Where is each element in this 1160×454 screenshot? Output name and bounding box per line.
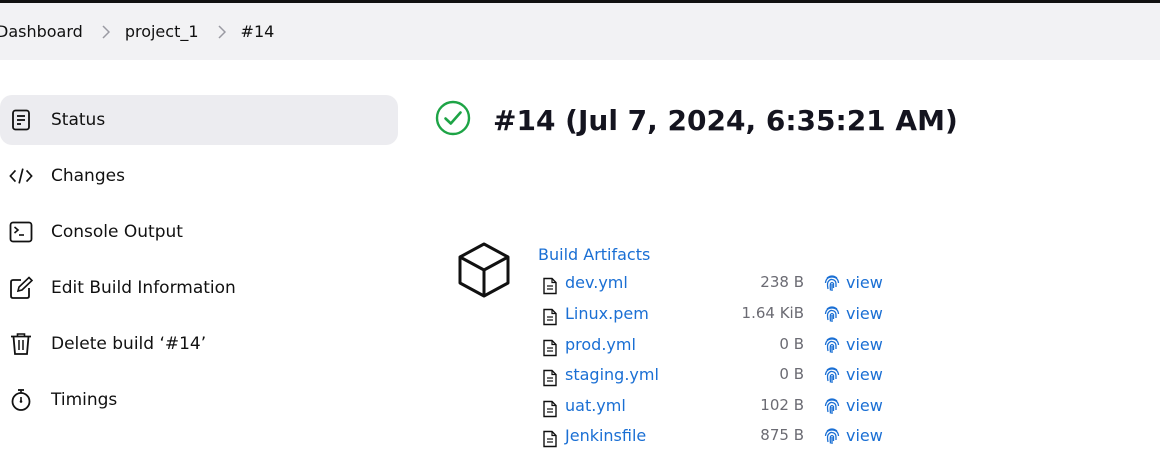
- breadcrumb-build[interactable]: #14: [241, 22, 275, 41]
- artifact-file-link[interactable]: prod.yml: [565, 335, 636, 354]
- file-icon: [542, 277, 558, 299]
- trash-icon: [9, 332, 33, 356]
- sidebar-item-label: Console Output: [51, 222, 183, 242]
- view-label: view: [846, 396, 883, 415]
- view-label: view: [846, 335, 883, 354]
- artifact-row: Linux.pem 1.64 KiB view: [542, 302, 902, 332]
- file-icon: [542, 400, 558, 422]
- artifact-file-link[interactable]: uat.yml: [565, 396, 626, 415]
- stopwatch-icon: [9, 388, 33, 412]
- sidebar-item-edit-build-information[interactable]: Edit Build Information: [0, 263, 398, 313]
- artifact-file-link[interactable]: dev.yml: [565, 273, 628, 292]
- file-icon: [542, 339, 558, 361]
- fingerprint-icon: [824, 305, 840, 323]
- success-check-icon: [435, 100, 471, 140]
- sidebar-item-label: Edit Build Information: [51, 278, 236, 298]
- artifact-view-link[interactable]: view: [824, 365, 883, 384]
- file-icon: [542, 430, 558, 452]
- status-doc-icon: [9, 108, 33, 132]
- breadcrumb-dashboard[interactable]: Dashboard: [0, 22, 83, 41]
- sidebar-item-label: Timings: [51, 390, 118, 410]
- artifact-file-size: 238 B: [760, 273, 804, 291]
- sidebar-item-delete-build[interactable]: Delete build ‘#14’: [0, 319, 398, 369]
- chevron-right-icon: [217, 24, 226, 39]
- artifact-file-size: 0 B: [779, 365, 804, 383]
- artifact-file-size: 102 B: [760, 396, 804, 414]
- artifact-view-link[interactable]: view: [824, 335, 883, 354]
- view-label: view: [846, 365, 883, 384]
- sidebar: Status Changes Console Output Edit Build…: [0, 95, 398, 431]
- fingerprint-icon: [824, 336, 840, 354]
- artifact-view-link[interactable]: view: [824, 426, 883, 445]
- artifact-row: dev.yml 238 B view: [542, 271, 902, 301]
- sidebar-item-changes[interactable]: Changes: [0, 151, 398, 201]
- file-icon: [542, 308, 558, 330]
- artifact-file-link[interactable]: Jenkinsfile: [565, 426, 646, 445]
- sidebar-item-label: Changes: [51, 166, 125, 186]
- artifact-view-link[interactable]: view: [824, 273, 883, 292]
- view-label: view: [846, 273, 883, 292]
- edit-icon: [9, 276, 33, 300]
- chevron-right-icon: [101, 24, 110, 39]
- artifact-view-link[interactable]: view: [824, 304, 883, 323]
- artifact-file-link[interactable]: Linux.pem: [565, 304, 649, 323]
- build-artifacts-link[interactable]: Build Artifacts: [538, 245, 650, 264]
- view-label: view: [846, 304, 883, 323]
- artifact-file-size: 875 B: [760, 426, 804, 444]
- package-cube-icon: [456, 240, 512, 304]
- fingerprint-icon: [824, 366, 840, 384]
- sidebar-item-timings[interactable]: Timings: [0, 375, 398, 425]
- artifact-file-size: 1.64 KiB: [741, 304, 804, 322]
- fingerprint-icon: [824, 397, 840, 415]
- sidebar-item-label: Delete build ‘#14’: [51, 334, 207, 354]
- terminal-icon: [9, 220, 33, 244]
- fingerprint-icon: [824, 274, 840, 292]
- build-title-text: #14 (Jul 7, 2024, 6:35:21 AM): [493, 103, 958, 137]
- artifact-row: prod.yml 0 B view: [542, 333, 902, 363]
- sidebar-item-label: Status: [51, 110, 106, 130]
- sidebar-item-status[interactable]: Status: [0, 95, 398, 145]
- artifact-row: Jenkinsfile 875 B view: [542, 424, 902, 454]
- artifact-row: staging.yml 0 B view: [542, 363, 902, 393]
- artifact-row: uat.yml 102 B view: [542, 394, 902, 424]
- artifact-file-size: 0 B: [779, 335, 804, 353]
- view-label: view: [846, 426, 883, 445]
- artifact-file-link[interactable]: staging.yml: [565, 365, 659, 384]
- sidebar-item-console-output[interactable]: Console Output: [0, 207, 398, 257]
- code-icon: [9, 164, 33, 188]
- breadcrumb: Dashboard project_1 #14: [0, 3, 1160, 60]
- page-title: #14 (Jul 7, 2024, 6:35:21 AM): [435, 100, 958, 140]
- artifact-view-link[interactable]: view: [824, 396, 883, 415]
- file-icon: [542, 369, 558, 391]
- breadcrumb-project[interactable]: project_1: [125, 22, 199, 41]
